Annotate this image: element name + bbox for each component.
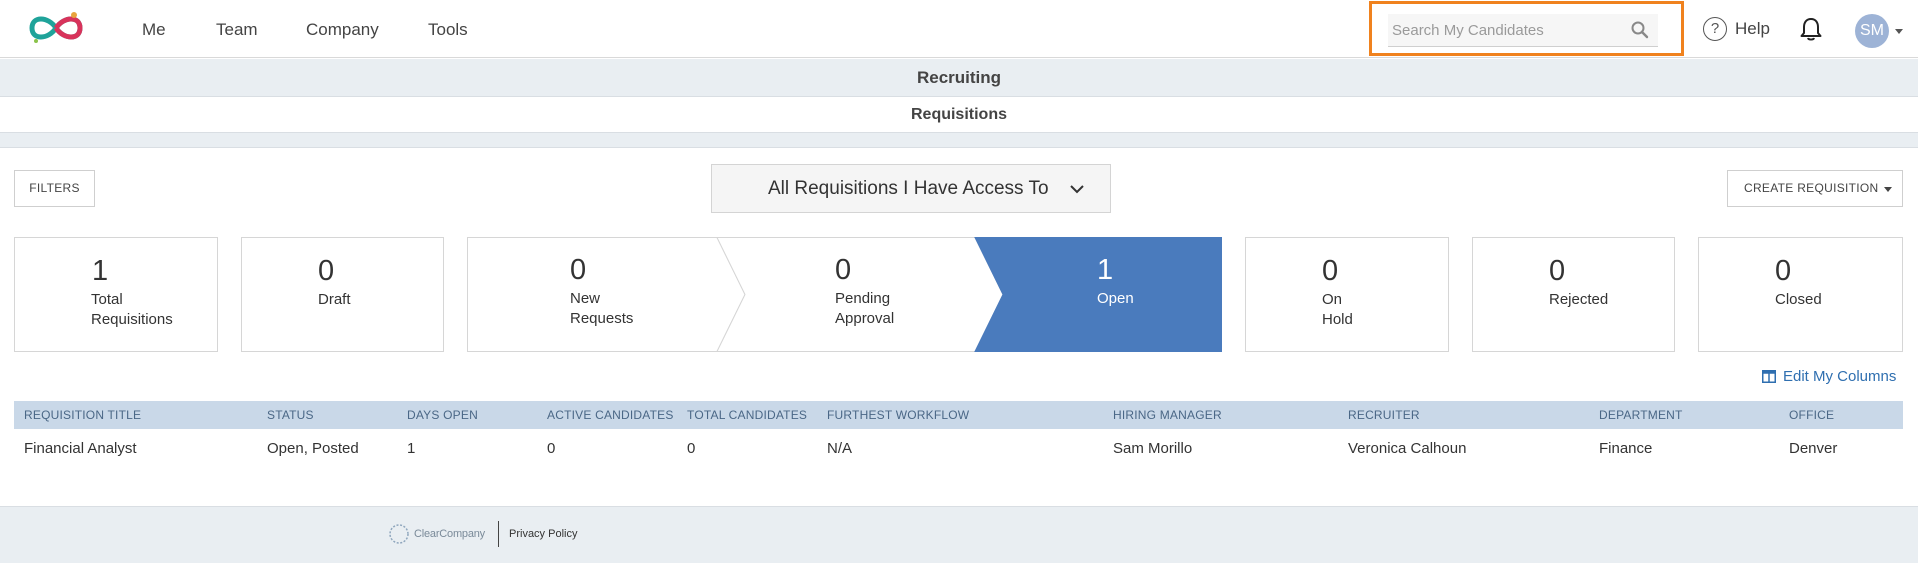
- stat-count: 1: [92, 255, 109, 287]
- nav-tools[interactable]: Tools: [428, 20, 468, 40]
- stat-on-hold[interactable]: 0 On Hold: [1245, 237, 1449, 352]
- page-footer: ClearCompany Privacy Policy: [0, 506, 1918, 563]
- clearcompany-logo: ClearCompany: [388, 523, 485, 545]
- chevron-down-icon: [1070, 185, 1084, 194]
- cell-department: Finance: [1599, 440, 1653, 457]
- stat-label-line: Requests: [570, 310, 634, 327]
- page-subtitle: Requisitions: [0, 98, 1918, 133]
- cell-requisition-title[interactable]: Financial Analyst: [24, 440, 137, 457]
- stat-draft[interactable]: 0 Draft: [241, 237, 444, 352]
- stat-label: New Requests: [570, 289, 633, 329]
- column-header-total-candidates[interactable]: TOTAL CANDIDATES: [687, 408, 807, 422]
- create-requisition-button[interactable]: CREATE REQUISITION: [1727, 170, 1903, 207]
- column-header-active-candidates[interactable]: ACTIVE CANDIDATES: [547, 408, 674, 422]
- column-header-requisition-title[interactable]: REQUISITION TITLE: [24, 408, 141, 422]
- candidate-search: [1388, 14, 1658, 47]
- stat-label-line: Hold: [1322, 311, 1353, 328]
- user-menu-caret-icon[interactable]: [1895, 29, 1903, 34]
- stat-label: Open: [1097, 290, 1134, 307]
- stat-label: Rejected: [1549, 291, 1609, 308]
- clearcompany-brand: ClearCompany: [414, 528, 485, 540]
- stat-label: Closed: [1775, 291, 1822, 308]
- stat-label-line: Approval: [835, 310, 895, 327]
- stat-count: 1: [1097, 254, 1114, 286]
- view-select-label: All Requisitions I Have Access To: [768, 178, 1049, 199]
- help-button[interactable]: ? Help: [1703, 16, 1770, 42]
- stat-count: 0: [318, 255, 335, 287]
- stat-label: On Hold: [1322, 290, 1353, 330]
- help-label: Help: [1735, 19, 1770, 38]
- cell-days-open: 1: [407, 440, 416, 457]
- top-navigation: Me Team Company Tools ? Help SM: [0, 0, 1918, 58]
- caret-down-icon[interactable]: [1884, 187, 1892, 192]
- column-header-recruiter[interactable]: RECRUITER: [1348, 408, 1420, 422]
- edit-columns-link[interactable]: Edit My Columns: [1762, 366, 1896, 386]
- cell-recruiter: Veronica Calhoun: [1348, 440, 1467, 457]
- column-header-department[interactable]: DEPARTMENT: [1599, 408, 1683, 422]
- column-header-office[interactable]: OFFICE: [1789, 408, 1834, 422]
- column-header-furthest-workflow[interactable]: FURTHEST WORKFLOW: [827, 408, 969, 422]
- column-header-days-open[interactable]: DAYS OPEN: [407, 408, 478, 422]
- stat-count: 0: [1775, 255, 1792, 287]
- search-input[interactable]: [1388, 14, 1628, 46]
- requisition-pipeline: 0 New Requests 0 Pending Approval 1 Open: [467, 237, 1222, 352]
- nav-team[interactable]: Team: [216, 20, 258, 40]
- table-header: REQUISITION TITLE STATUS DAYS OPEN ACTIV…: [14, 401, 1903, 429]
- pipeline-pending-approval[interactable]: 0 Pending Approval: [745, 237, 985, 352]
- pipeline-open[interactable]: 1 Open: [1003, 237, 1222, 352]
- stat-closed[interactable]: 0 Closed: [1698, 237, 1903, 352]
- requisition-view-dropdown[interactable]: All Requisitions I Have Access To: [711, 164, 1111, 213]
- company-logo[interactable]: [24, 8, 88, 48]
- stat-label-line: Pending: [835, 290, 891, 307]
- stat-count: 0: [1322, 255, 1339, 287]
- stat-count: 0: [570, 254, 587, 286]
- privacy-policy-link[interactable]: Privacy Policy: [509, 528, 577, 540]
- stat-label-line: New: [570, 290, 601, 307]
- section-divider: [0, 133, 1918, 148]
- stat-label: Total Requisitions: [91, 290, 173, 330]
- create-requisition-label: CREATE REQUISITION: [1744, 181, 1879, 195]
- stat-label: Pending Approval: [835, 289, 894, 329]
- stat-label: Draft: [318, 291, 351, 308]
- nav-me[interactable]: Me: [142, 20, 166, 40]
- clearcompany-logo-icon: [389, 524, 409, 544]
- edit-columns-label: Edit My Columns: [1783, 367, 1897, 385]
- column-header-hiring-manager[interactable]: HIRING MANAGER: [1113, 408, 1222, 422]
- stat-total-requisitions[interactable]: 1 Total Requisitions: [14, 237, 218, 352]
- stat-count: 0: [835, 254, 852, 286]
- nav-company[interactable]: Company: [306, 20, 379, 40]
- cell-hiring-manager: Sam Morillo: [1113, 440, 1193, 457]
- cell-office: Denver: [1789, 440, 1838, 457]
- cell-active-candidates: 0: [547, 440, 556, 457]
- help-icon: ?: [1703, 17, 1727, 41]
- stat-rejected[interactable]: 0 Rejected: [1472, 237, 1675, 352]
- cell-furthest-workflow: N/A: [827, 440, 853, 457]
- column-header-status[interactable]: STATUS: [267, 408, 314, 422]
- table-row[interactable]: Financial Analyst Open, Posted 1 0 0 N/A…: [14, 430, 1903, 466]
- footer-divider: [498, 521, 499, 547]
- stat-label-line: Total: [91, 291, 123, 308]
- user-avatar[interactable]: SM: [1855, 14, 1889, 48]
- page-title: Recruiting: [0, 59, 1918, 97]
- stat-count: 0: [1549, 255, 1566, 287]
- filters-button[interactable]: FILTERS: [14, 170, 95, 207]
- stat-label-line: Requisitions: [91, 311, 173, 328]
- cell-total-candidates: 0: [687, 440, 696, 457]
- notifications-bell-icon[interactable]: [1797, 15, 1825, 43]
- columns-icon: [1762, 369, 1776, 383]
- cell-status: Open, Posted: [267, 440, 359, 457]
- stat-label-line: On: [1322, 291, 1343, 308]
- search-icon[interactable]: [1630, 20, 1650, 40]
- pipeline-new-requests[interactable]: 0 New Requests: [467, 237, 737, 352]
